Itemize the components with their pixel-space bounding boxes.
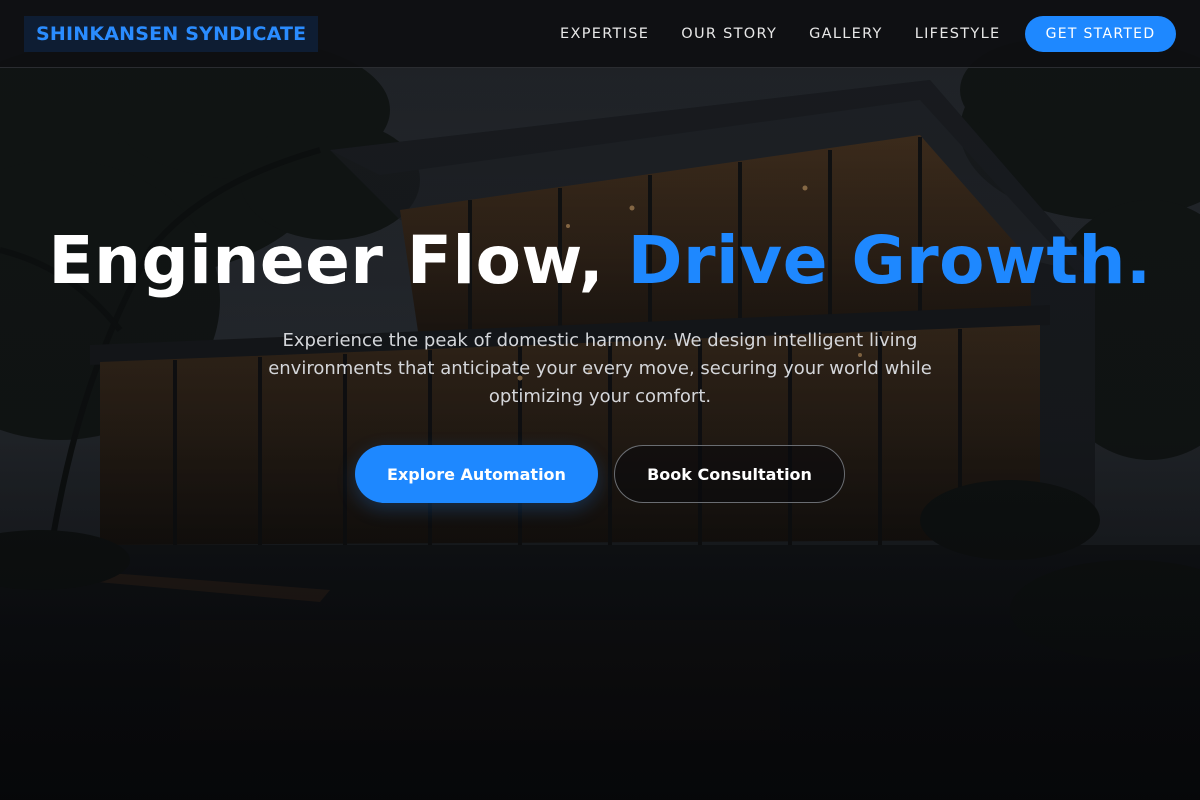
nav-link-gallery[interactable]: GALLERY xyxy=(809,26,883,42)
hero-title-main: Engineer Flow, xyxy=(48,222,628,299)
nav-link-our-story[interactable]: OUR STORY xyxy=(681,26,777,42)
nav-link-lifestyle[interactable]: LIFESTYLE xyxy=(915,26,1001,42)
explore-automation-button[interactable]: Explore Automation xyxy=(355,445,598,503)
hero-title-accent: Drive Growth. xyxy=(627,222,1152,299)
page: SHINKANSEN SYNDICATE EXPERTISE OUR STORY… xyxy=(0,0,1200,800)
hero-actions: Explore Automation Book Consultation xyxy=(0,445,1200,503)
book-consultation-button[interactable]: Book Consultation xyxy=(614,445,845,503)
get-started-button[interactable]: GET STARTED xyxy=(1025,16,1176,52)
brand-logo[interactable]: SHINKANSEN SYNDICATE xyxy=(24,16,319,52)
hero-section: Engineer Flow, Drive Growth. Experience … xyxy=(0,225,1200,503)
top-navigation-bar: SHINKANSEN SYNDICATE EXPERTISE OUR STORY… xyxy=(0,0,1200,68)
hero-title: Engineer Flow, Drive Growth. xyxy=(0,225,1200,297)
nav-link-expertise[interactable]: EXPERTISE xyxy=(560,26,649,42)
hero-subtitle: Experience the peak of domestic harmony.… xyxy=(268,330,932,407)
main-nav: EXPERTISE OUR STORY GALLERY LIFESTYLE xyxy=(544,0,1016,68)
